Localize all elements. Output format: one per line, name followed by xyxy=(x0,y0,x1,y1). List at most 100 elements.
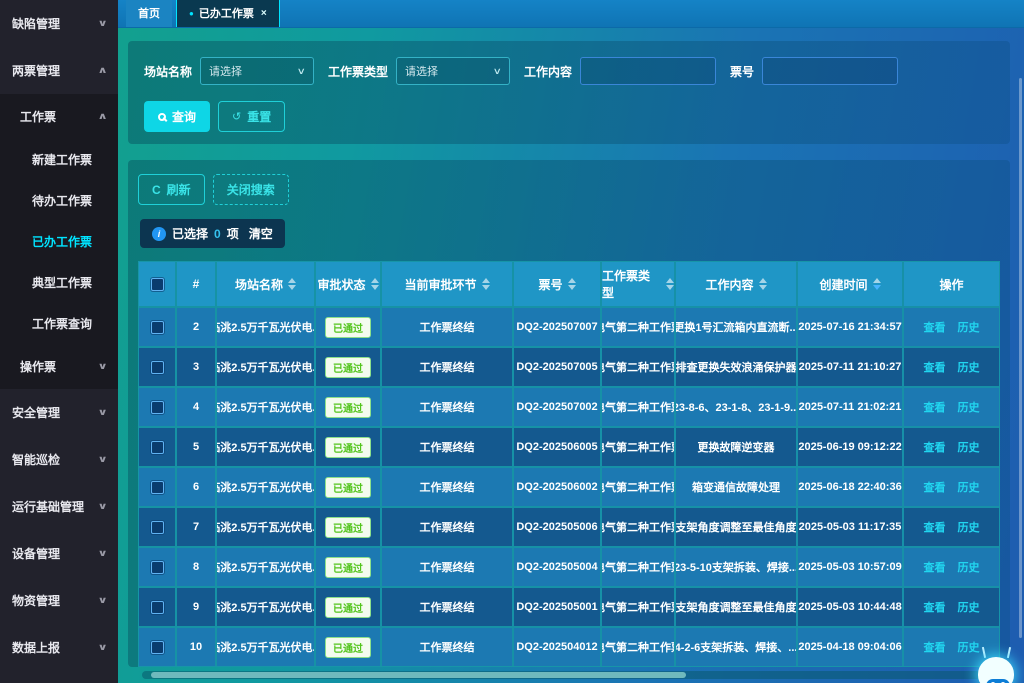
station-name-select[interactable]: 请选择∨ xyxy=(200,57,314,85)
row-checkbox[interactable] xyxy=(151,361,164,374)
sidebar-item-equipment-management[interactable]: 设备管理∨ xyxy=(0,530,118,577)
cell-step: 工作票终结 xyxy=(382,548,512,586)
clear-selection-link[interactable]: 清空 xyxy=(249,225,273,242)
sidebar-item-operation-ticket[interactable]: 操作票∨ xyxy=(0,344,118,389)
view-link[interactable]: 查看 xyxy=(924,479,946,495)
horizontal-scrollbar-thumb[interactable] xyxy=(151,672,687,678)
tab-done-work-ticket[interactable]: ●已办工作票× xyxy=(176,0,280,27)
view-link[interactable]: 查看 xyxy=(924,319,946,335)
history-link[interactable]: 历史 xyxy=(958,479,980,495)
sidebar-item-defect-management[interactable]: 缺陷管理∨ xyxy=(0,0,118,47)
view-link[interactable]: 查看 xyxy=(924,639,946,655)
sidebar-item-data-report[interactable]: 数据上报∨ xyxy=(0,624,118,671)
column-header-content[interactable]: 工作内容 xyxy=(676,262,796,306)
horizontal-scrollbar[interactable] xyxy=(142,671,1006,679)
cell-actions: 查看历史 xyxy=(904,468,999,506)
column-header-ticket_no[interactable]: 票号 xyxy=(514,262,600,306)
column-header-step[interactable]: 当前审批环节 xyxy=(382,262,512,306)
view-link[interactable]: 查看 xyxy=(924,599,946,615)
cell-actions: 查看历史 xyxy=(904,348,999,386)
view-link[interactable]: 查看 xyxy=(924,399,946,415)
robot-antenna-left xyxy=(982,647,986,658)
select-all-checkbox[interactable] xyxy=(151,278,164,291)
cell-ticket-no: DQ2-202505004 xyxy=(514,548,600,586)
row-checkbox[interactable] xyxy=(151,601,164,614)
row-checkbox[interactable] xyxy=(151,521,164,534)
row-checkbox[interactable] xyxy=(151,321,164,334)
ticket-no-input[interactable] xyxy=(762,57,898,85)
cell-created: 2025-07-16 21:34:57 xyxy=(798,308,902,346)
query-button[interactable]: 查询 xyxy=(144,101,210,132)
sidebar-item-safety-management[interactable]: 安全管理∨ xyxy=(0,389,118,436)
column-header-label: 场站名称 xyxy=(235,276,283,293)
column-header-type[interactable]: 工作票类型 xyxy=(602,262,674,306)
vertical-scrollbar[interactable] xyxy=(1019,78,1022,638)
sidebar-item-new-work-ticket[interactable]: 新建工作票 xyxy=(0,139,118,180)
row-checkbox[interactable] xyxy=(151,641,164,654)
sidebar-item-done-work-ticket[interactable]: 已办工作票 xyxy=(0,221,118,262)
history-link[interactable]: 历史 xyxy=(958,399,980,415)
view-link[interactable]: 查看 xyxy=(924,559,946,575)
table-row: 8临洮2.5万千瓦光伏电...已通过工作票终结DQ2-202505004电气第二… xyxy=(139,548,999,586)
refresh-button[interactable]: C 刷新 xyxy=(138,174,205,205)
ticket-type-select[interactable]: 请选择∨ xyxy=(396,57,510,85)
sidebar-item-typical-work-ticket[interactable]: 典型工作票 xyxy=(0,262,118,303)
tab-close-icon[interactable]: × xyxy=(261,8,267,19)
history-link[interactable]: 历史 xyxy=(958,519,980,535)
sidebar-item-operation-basic-management[interactable]: 运行基础管理∨ xyxy=(0,483,118,530)
row-checkbox[interactable] xyxy=(151,441,164,454)
work-content-input[interactable] xyxy=(580,57,716,85)
cell-content: 更换故障逆变器 xyxy=(676,428,796,466)
sidebar-item-work-ticket[interactable]: 工作票∧ xyxy=(0,94,118,139)
refresh-icon: C xyxy=(152,183,161,197)
sidebar-item-label: 两票管理 xyxy=(12,62,60,79)
column-header-op: 操作 xyxy=(904,262,999,306)
cell-content: 排查更换失效浪涌保护器 xyxy=(676,348,796,386)
sidebar-item-material-management[interactable]: 物资管理∨ xyxy=(0,577,118,624)
chevron-down-icon: ∨ xyxy=(97,454,107,465)
row-checkbox[interactable] xyxy=(151,401,164,414)
view-link[interactable]: 查看 xyxy=(924,519,946,535)
history-link[interactable]: 历史 xyxy=(958,599,980,615)
history-link[interactable]: 历史 xyxy=(958,359,980,375)
column-header-label: 工作内容 xyxy=(705,276,753,293)
reset-button[interactable]: ↺ 重置 xyxy=(218,101,285,132)
sidebar-item-two-ticket-management[interactable]: 两票管理∧ xyxy=(0,47,118,94)
history-link[interactable]: 历史 xyxy=(958,559,980,575)
chevron-up-icon: ∧ xyxy=(97,111,107,122)
cell-ticket-no: DQ2-202506005 xyxy=(514,428,600,466)
column-header-station[interactable]: 场站名称 xyxy=(217,262,314,306)
close-search-button[interactable]: 关闭搜索 xyxy=(213,174,289,205)
search-icon xyxy=(158,113,166,121)
status-badge: 已通过 xyxy=(325,357,371,378)
sidebar-item-smart-inspection[interactable]: 智能巡检∨ xyxy=(0,436,118,483)
sidebar-item-work-ticket-query[interactable]: 工作票查询 xyxy=(0,303,118,344)
ai-assistant-robot-icon[interactable] xyxy=(976,647,1016,683)
history-link[interactable]: 历史 xyxy=(958,319,980,335)
view-link[interactable]: 查看 xyxy=(924,359,946,375)
sort-carets-icon xyxy=(759,278,767,290)
chevron-down-icon: ∨ xyxy=(97,18,107,29)
app-window: 缺陷管理∨两票管理∧工作票∧新建工作票待办工作票已办工作票典型工作票工作票查询操… xyxy=(0,0,1024,683)
work-ticket-table: #场站名称审批状态当前审批环节票号工作票类型工作内容创建时间操作 2临洮2.5万… xyxy=(138,261,1000,667)
cell-type: 电气第二种工作票 xyxy=(602,508,674,546)
field-label: 工作内容 xyxy=(524,63,572,80)
field-label: 工作票类型 xyxy=(328,63,388,80)
content-area: 场站名称请选择∨工作票类型请选择∨工作内容票号 查询 ↺ 重置 C xyxy=(118,28,1024,683)
refresh-button-label: 刷新 xyxy=(167,181,191,198)
robot-head xyxy=(978,657,1014,683)
column-header-created[interactable]: 创建时间 xyxy=(798,262,902,306)
row-checkbox[interactable] xyxy=(151,561,164,574)
cell-step: 工作票终结 xyxy=(382,588,512,626)
column-header-label: 创建时间 xyxy=(819,276,867,293)
field-label: 票号 xyxy=(730,63,754,80)
column-header-status[interactable]: 审批状态 xyxy=(316,262,380,306)
status-badge: 已通过 xyxy=(325,557,371,578)
header-select-all-cell xyxy=(139,262,175,306)
sort-carets-icon xyxy=(371,278,379,290)
view-link[interactable]: 查看 xyxy=(924,439,946,455)
tab-home[interactable]: 首页 xyxy=(126,0,172,27)
history-link[interactable]: 历史 xyxy=(958,439,980,455)
row-checkbox[interactable] xyxy=(151,481,164,494)
sidebar-item-pending-work-ticket[interactable]: 待办工作票 xyxy=(0,180,118,221)
